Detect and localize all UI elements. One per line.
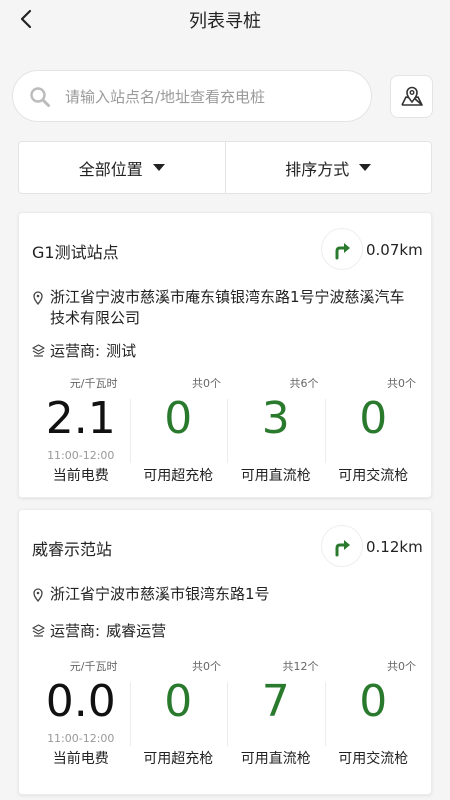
ac-charger-stat: 共0个 0 可用交流枪 [324,652,423,768]
fee-unit: 元/千瓦时 [69,660,118,673]
page-title: 列表寻桩 [189,11,261,32]
filter-bar: 全部位置 排序方式 [18,141,432,194]
distance-label: 0.07km [366,241,423,259]
ac-available: 0 [359,676,388,727]
sort-label: 排序方式 [285,159,350,179]
header-bar: 列表寻桩 [0,0,450,40]
super-total: 共0个 [192,377,221,390]
distance-label: 0.12km [366,538,423,556]
fee-value: 0.0 [45,676,116,727]
map-view-button[interactable] [390,75,433,118]
super-available: 0 [164,676,193,727]
ac-charger-stat: 共0个 0 可用交流枪 [324,369,423,485]
station-address: 浙江省宁波市慈溪市银湾东路1号 [50,585,270,603]
fee-unit: 元/千瓦时 [69,377,118,390]
fee-hours: 11:00-12:00 [47,449,115,462]
operator-label: 运营商: [50,622,101,640]
ac-total: 共0个 [387,660,416,673]
map-pin-icon [401,86,423,106]
fee-stat: 元/千瓦时 0.0 11:00-12:00 当前电费 [32,652,130,768]
navigation-arrow-icon [335,540,350,557]
ac-total: 共0个 [387,377,416,390]
navigate-button[interactable] [321,525,363,567]
station-name: 威睿示范站 [32,540,113,559]
super-charger-stat: 共0个 0 可用超充枪 [129,652,228,768]
fee-stat: 元/千瓦时 2.1 11:00-12:00 当前电费 [32,369,130,485]
sort-dropdown[interactable]: 排序方式 [224,142,432,193]
fee-value: 2.1 [45,393,116,444]
navigation-arrow-icon [335,243,350,260]
dc-label: 可用直流枪 [240,468,311,484]
operator-row: 运营商: 测试 [50,340,136,361]
super-charger-stat: 共0个 0 可用超充枪 [129,369,228,485]
dc-total: 共6个 [289,377,319,390]
dc-label: 可用直流枪 [240,751,311,767]
super-label: 可用超充枪 [143,751,214,767]
dc-available: 7 [261,676,290,727]
station-stats: 元/千瓦时 2.1 11:00-12:00 当前电费 共0个 0 可用超充枪 共… [32,369,422,485]
search-icon [30,87,50,107]
operator-icon [32,344,45,357]
station-name: G1测试站点 [32,243,119,262]
station-stats: 元/千瓦时 0.0 11:00-12:00 当前电费 共0个 0 可用超充枪 共… [32,652,422,768]
location-filter-dropdown[interactable]: 全部位置 [19,142,225,193]
station-address: 浙江省宁波市慈溪市庵东镇银湾东路1号宁波慈溪汽车技术有限公司 [50,288,405,327]
location-filter-label: 全部位置 [78,159,143,179]
super-label: 可用超充枪 [143,468,214,484]
station-card[interactable]: G1测试站点 0.07km 浙江省宁波市慈溪市庵东镇银湾东路1号宁波慈溪汽车技术… [18,212,432,498]
operator-value: 测试 [106,342,137,360]
dc-charger-stat: 共6个 3 可用直流枪 [227,369,325,485]
operator-icon [32,624,45,637]
dc-available: 3 [261,393,290,444]
ac-available: 0 [359,393,388,444]
navigate-button[interactable] [321,228,363,270]
caret-down-icon [152,164,165,171]
location-pin-icon [33,291,43,305]
super-available: 0 [164,393,193,444]
fee-label: 当前电费 [52,468,109,484]
ac-label: 可用交流枪 [338,468,409,484]
fee-label: 当前电费 [52,751,109,767]
caret-down-icon [359,164,372,171]
ac-label: 可用交流枪 [338,751,409,767]
super-total: 共0个 [192,660,221,673]
operator-label: 运营商: [50,342,101,360]
station-card[interactable]: 威睿示范站 0.12km 浙江省宁波市慈溪市银湾东路1号 运营商: 威睿运营 元/… [18,509,432,795]
operator-value: 威睿运营 [106,622,167,640]
fee-hours: 11:00-12:00 [47,732,115,745]
operator-row: 运营商: 威睿运营 [50,620,166,641]
dc-total: 共12个 [282,660,319,673]
location-pin-icon [33,588,43,602]
dc-charger-stat: 共12个 7 可用直流枪 [227,652,325,768]
search-input[interactable] [65,83,360,111]
search-box [12,70,372,122]
